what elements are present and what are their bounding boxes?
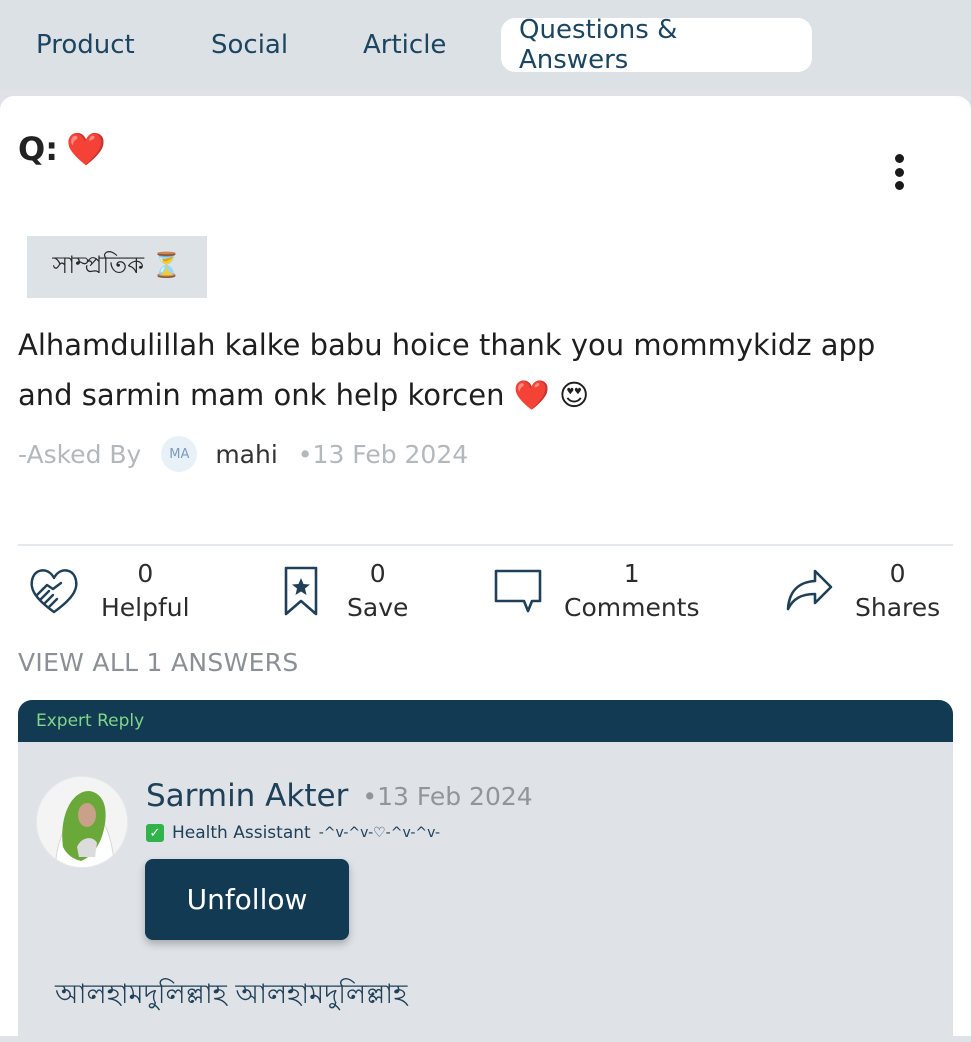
handshake-heart-icon [30, 569, 78, 614]
expert-reply-text: আলহামদুলিল্লাহ আলহামদুলিল্লাহ [55, 979, 408, 1010]
helpful-label: Helpful [101, 593, 190, 622]
expert-name-row: Sarmin Akter •13 Feb 2024 [146, 776, 533, 816]
comments-label: Comments [564, 593, 700, 622]
save-count: 0 [369, 559, 386, 588]
tab-article[interactable]: Article [345, 18, 464, 72]
category-tag[interactable]: সাম্প্রতিক ⏳ [27, 236, 207, 298]
comment-icon [494, 569, 542, 613]
asked-by-row: -Asked By MA mahi •13 Feb 2024 [18, 434, 468, 474]
question-title: Q: ❤️ [18, 130, 106, 168]
save-label: Save [347, 593, 409, 622]
expert-avatar[interactable] [36, 776, 128, 868]
comments-count: 1 [623, 559, 640, 588]
verified-check-icon: ✓ [146, 824, 164, 842]
question-date: •13 Feb 2024 [297, 439, 469, 469]
question-body-line-1: Alhamdulillah kalke babu hoice thank you… [18, 328, 876, 362]
save-button[interactable]: 0 Save [283, 556, 408, 626]
question-prefix: Q: [18, 130, 58, 168]
question-body: Alhamdulillah kalke babu hoice thank you… [18, 320, 948, 420]
asked-by-label: -Asked By [18, 439, 142, 469]
expert-role: Health Assistant [172, 823, 311, 843]
helpful-stat: 0 Helpful [101, 557, 190, 625]
share-arrow-icon [786, 569, 833, 611]
tab-social[interactable]: Social [193, 18, 306, 72]
expert-reply-date: •13 Feb 2024 [362, 781, 533, 811]
expert-name[interactable]: Sarmin Akter [146, 778, 348, 814]
question-title-emoji: ❤️ [66, 130, 106, 168]
view-all-answers-link[interactable]: VIEW ALL 1 ANSWERS [18, 648, 299, 677]
shares-stat: 0 Shares [855, 557, 940, 625]
asker-name[interactable]: mahi [215, 440, 277, 469]
comments-stat: 1 Comments [564, 557, 700, 625]
role-decoration: -^v-^v-♡-^v-^v- [318, 825, 441, 841]
share-button[interactable]: 0 Shares [785, 556, 940, 626]
unfollow-button[interactable]: Unfollow [145, 859, 349, 940]
bookmark-star-icon [284, 566, 318, 616]
helpful-button[interactable]: 0 Helpful [27, 556, 190, 626]
shares-count: 0 [889, 559, 906, 588]
comments-button[interactable]: 1 Comments [492, 556, 700, 626]
divider [18, 544, 953, 546]
shares-label: Shares [855, 593, 941, 622]
save-stat: 0 Save [347, 557, 408, 625]
expert-role-row: ✓ Health Assistant -^v-^v-♡-^v-^v- [146, 820, 440, 846]
expert-reply-label: Expert Reply [36, 711, 145, 731]
question-body-line-2: and sarmin mam onk help korcen ❤️ 😍 [18, 378, 590, 412]
expert-reply-header: Expert Reply [18, 700, 953, 742]
tab-product[interactable]: Product [18, 18, 153, 72]
helpful-count: 0 [137, 559, 154, 588]
tab-questions-answers[interactable]: Questions & Answers [501, 15, 812, 75]
asker-avatar[interactable]: MA [161, 436, 198, 472]
tab-bar: Product Social Article Questions & Answe… [0, 0, 971, 90]
more-options-icon[interactable] [882, 150, 916, 194]
